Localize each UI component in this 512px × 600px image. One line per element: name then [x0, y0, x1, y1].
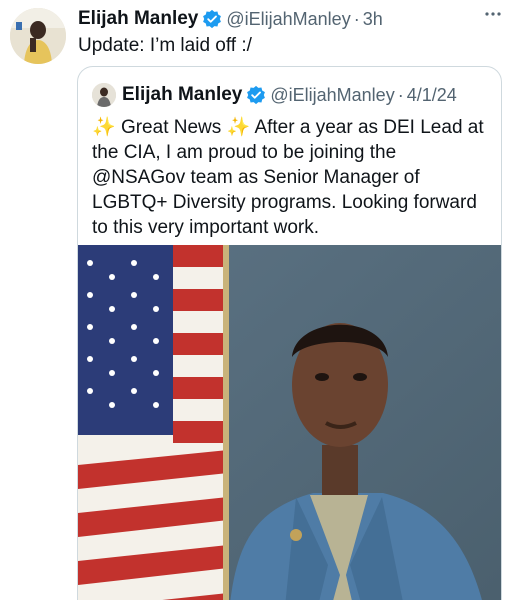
quoted-tweet-text: ✨ Great News ✨ After a year as DEI Lead … — [92, 115, 492, 240]
flag-graphic — [78, 245, 229, 600]
author-handle[interactable]: @iElijahManley — [226, 9, 350, 30]
quoted-author-name[interactable]: Elijah Manley — [122, 84, 242, 106]
verified-badge-icon — [203, 9, 222, 29]
quoted-separator-dot: · — [397, 84, 404, 105]
quoted-author-handle[interactable]: @iElijahManley — [270, 85, 394, 106]
quoted-headline: Great News — [120, 117, 222, 138]
avatar[interactable] — [10, 8, 66, 64]
more-dots-icon — [485, 12, 501, 16]
quoted-media-image[interactable] — [78, 245, 501, 600]
quoted-verified-badge-icon — [247, 85, 266, 105]
quoted-avatar-photo — [92, 83, 116, 107]
sparkle-emoji-icon: ✨ — [226, 117, 251, 138]
timestamp[interactable]: 3h — [363, 9, 383, 30]
sparkle-emoji-icon: ✨ — [92, 117, 116, 138]
separator-dot: · — [353, 8, 360, 29]
quoted-tweet-header: Elijah Manley @iElijahManley · 4/1/24 — [92, 82, 493, 108]
quoted-avatar[interactable] — [92, 83, 116, 107]
avatar-photo — [10, 8, 66, 64]
quoted-tweet[interactable]: Elijah Manley @iElijahManley · 4/1/24 ✨ … — [77, 66, 502, 600]
portrait-photo — [78, 245, 501, 600]
author-name[interactable]: Elijah Manley — [78, 8, 198, 30]
tweet-header: Elijah Manley @iElijahManley · 3h — [78, 7, 492, 31]
tweet[interactable]: Elijah Manley @iElijahManley · 3h Update… — [0, 0, 512, 600]
quoted-date[interactable]: 4/1/24 — [407, 85, 457, 106]
more-options-icon[interactable] — [484, 4, 502, 22]
tweet-text: Update: I’m laid off :/ — [78, 35, 252, 56]
